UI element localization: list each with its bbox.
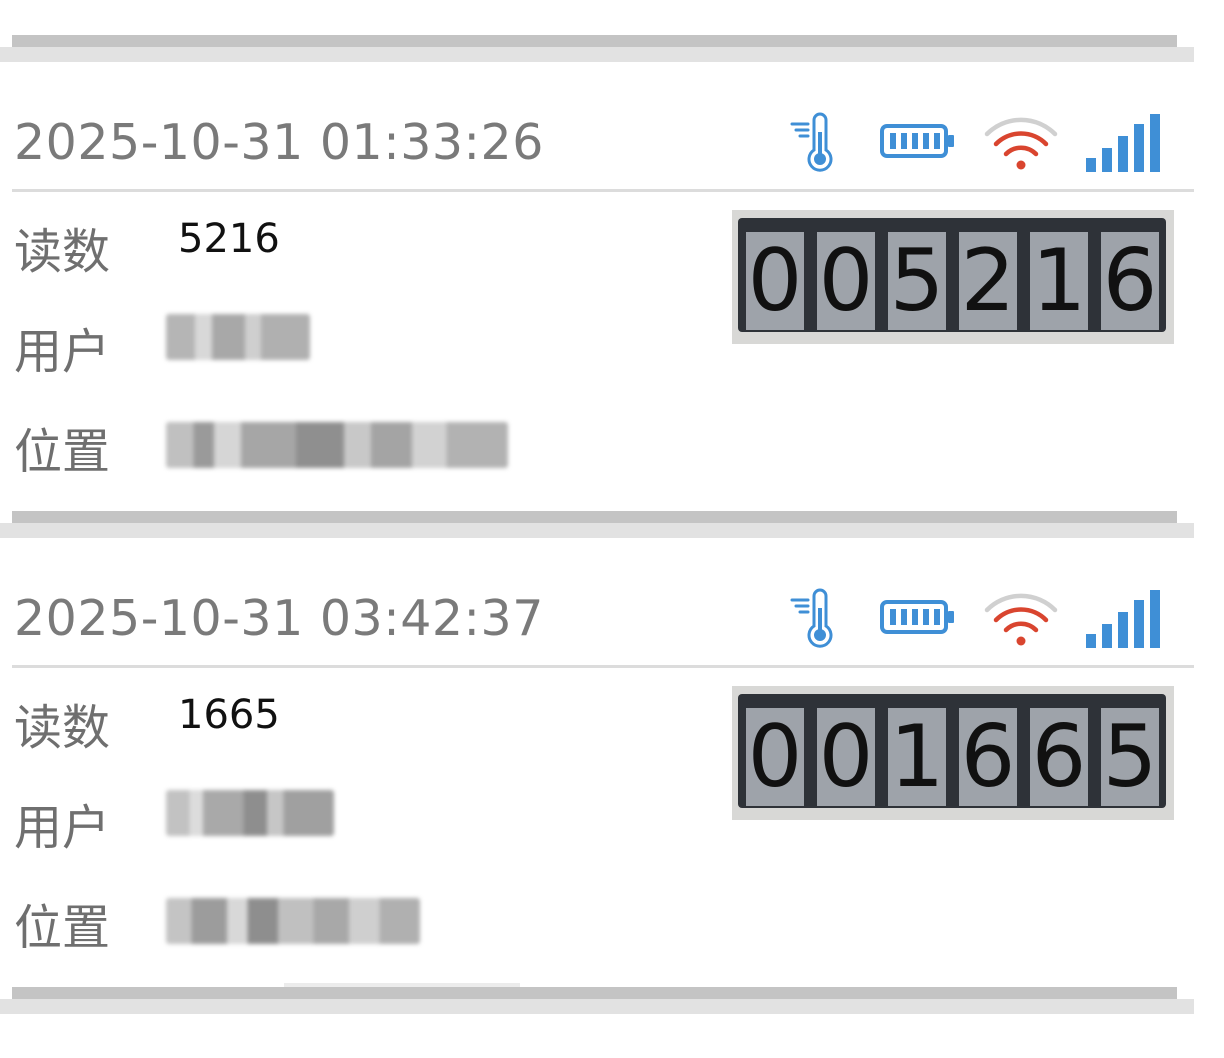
meter-digit: 5 (888, 231, 946, 331)
location-label: 位置 (14, 424, 111, 480)
section-divider (0, 511, 1224, 541)
user-label: 用户 (14, 324, 111, 380)
meter-digit: 2 (959, 231, 1017, 331)
meter-digit: 1 (888, 707, 946, 807)
meter-digit: 0 (746, 231, 804, 331)
section-divider (0, 987, 1224, 1017)
location-value-redacted (166, 898, 420, 944)
battery-icon (880, 600, 954, 634)
user-value-redacted (166, 314, 310, 360)
header-divider (12, 665, 1194, 668)
meter-digit: 0 (746, 707, 804, 807)
location-label: 位置 (14, 900, 111, 956)
record-timestamp: 2025-10-31 01:33:26 (14, 114, 544, 171)
location-value-redacted (166, 422, 508, 468)
reading-label: 读数 (14, 224, 111, 280)
battery-icon (880, 124, 954, 158)
meter-digit: 0 (817, 231, 875, 331)
record-card[interactable]: 2025-10-31 03:42:37 读数 1665 用户 位置 0 0 1 … (0, 568, 1224, 988)
thermometer-icon (790, 588, 833, 648)
reading-value: 5216 (178, 216, 280, 262)
section-divider (0, 35, 1224, 65)
meter-photo[interactable]: 0 0 5 2 1 6 (732, 210, 1174, 344)
thermometer-icon (790, 112, 833, 172)
meter-digit: 6 (1030, 707, 1088, 807)
meter-digit: 0 (817, 707, 875, 807)
meter-digit: 1 (1030, 231, 1088, 331)
record-timestamp: 2025-10-31 03:42:37 (14, 590, 544, 647)
header-divider (12, 189, 1194, 192)
meter-digit: 6 (959, 707, 1017, 807)
cell-signal-icon (1086, 114, 1160, 172)
meter-digit: 5 (1101, 707, 1159, 807)
user-value-redacted (166, 790, 334, 836)
status-icons (788, 112, 1168, 174)
meter-digit: 6 (1101, 231, 1159, 331)
wifi-icon (984, 593, 1058, 646)
reading-label: 读数 (14, 700, 111, 756)
wifi-icon (984, 117, 1058, 170)
record-card[interactable]: 2025-10-31 01:33:26 读数 5216 用户 位置 0 0 5 … (0, 92, 1224, 512)
cell-signal-icon (1086, 590, 1160, 648)
reading-value: 1665 (178, 692, 280, 738)
meter-photo[interactable]: 0 0 1 6 6 5 (732, 686, 1174, 820)
user-label: 用户 (14, 800, 111, 856)
status-icons (788, 588, 1168, 650)
